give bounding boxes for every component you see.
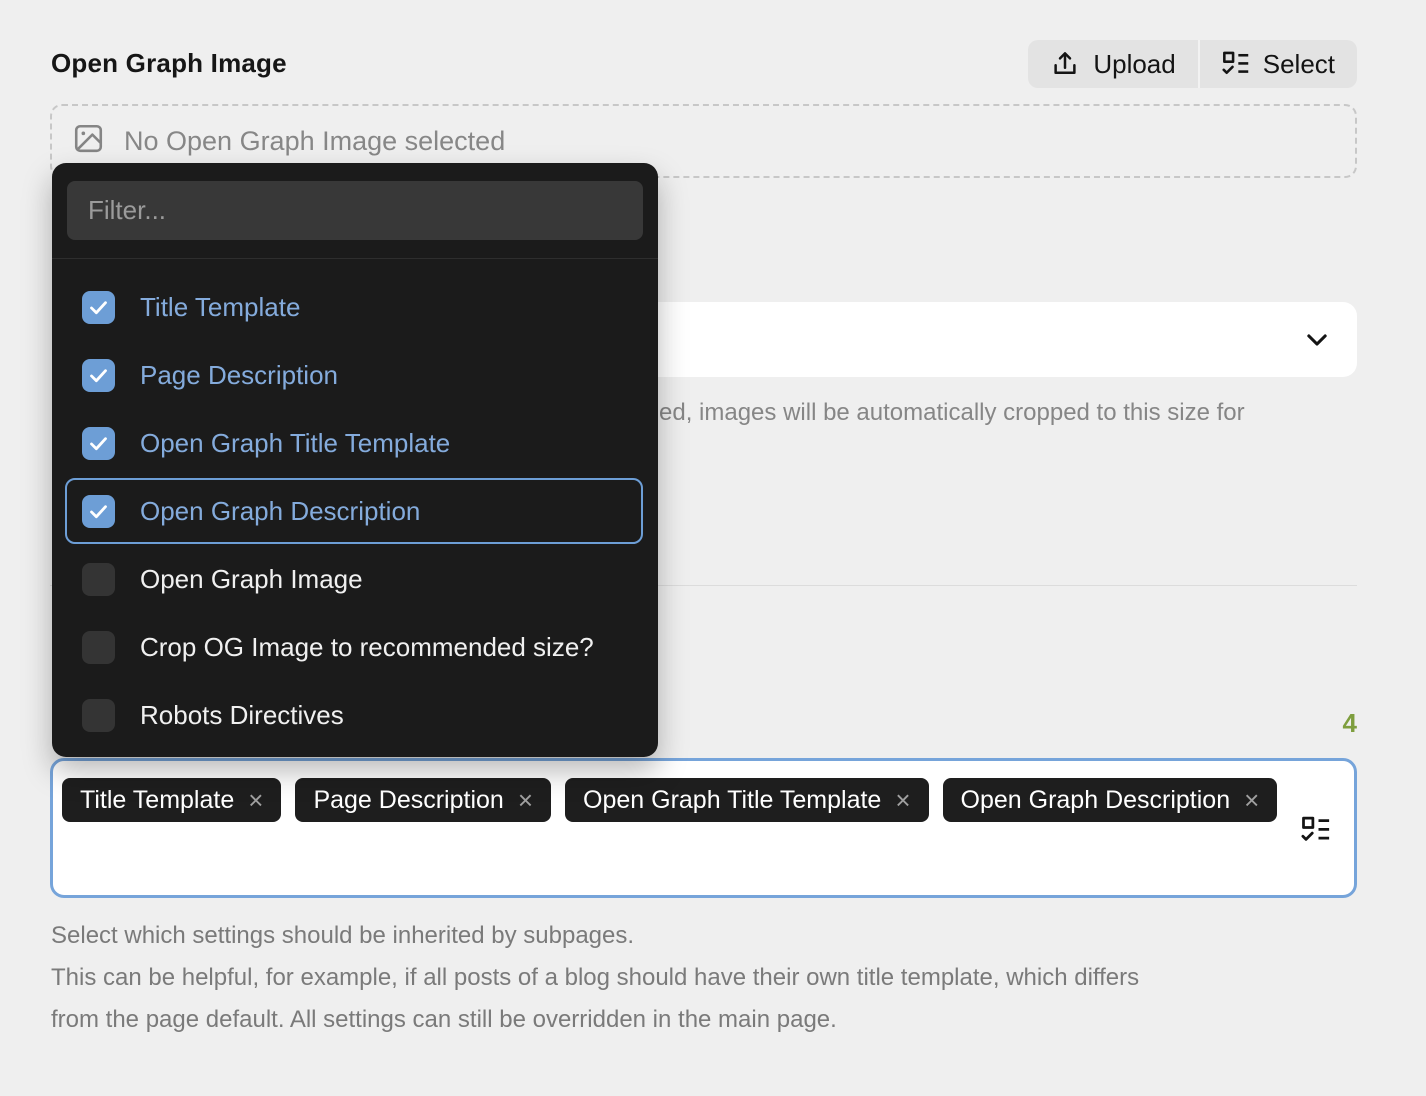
tag-label: Open Graph Title Template [583,786,881,815]
select-button-label: Select [1263,49,1335,80]
inherited-setting-tag: Title Template × [62,778,281,822]
dropdown-option-label: Page Description [140,360,338,391]
inherit-settings-field[interactable]: Title Template × Page Description × Open… [50,758,1357,898]
dropdown-option[interactable]: Open Graph Description [52,477,658,545]
checkbox[interactable] [82,359,115,392]
dropdown-option-label: Open Graph Title Template [140,428,450,459]
seo-settings-page: Open Graph Image Upload Select [0,0,1426,1096]
checkmark-icon [88,433,109,454]
checkmark-icon [88,365,109,386]
tag-label: Page Description [313,786,503,815]
upload-button-label: Upload [1093,49,1175,80]
crop-size-helper-text: ed, images will be automatically cropped… [659,399,1245,427]
inherit-settings-dropdown: Title Template Page Description Open Gra… [52,163,658,757]
inherited-setting-tag: Page Description × [295,778,551,822]
dropdown-option-label: Robots Directives [140,700,344,731]
dropdown-option[interactable]: Page Description [52,341,658,409]
upload-button[interactable]: Upload [1028,40,1197,88]
checkbox[interactable] [82,631,115,664]
help-line: This can be helpful, for example, if all… [51,957,1139,999]
dropdown-option-label: Title Template [140,292,300,323]
inherit-help-text: Select which settings should be inherite… [51,915,1139,1041]
help-line: Select which settings should be inherite… [51,915,1139,957]
remove-tag-icon[interactable]: × [248,787,263,813]
dropdown-option-label: Open Graph Image [140,564,363,595]
remove-tag-icon[interactable]: × [518,787,533,813]
remove-tag-icon[interactable]: × [1244,787,1259,813]
dropdown-filter-wrap [52,163,658,259]
inherited-setting-tag: Open Graph Description × [943,778,1278,822]
checkbox[interactable] [82,563,115,596]
og-image-empty-text: No Open Graph Image selected [124,126,505,157]
dropdown-option[interactable]: Title Template [52,273,658,341]
dropdown-option-label: Open Graph Description [140,496,420,527]
filter-input[interactable] [67,181,643,240]
checklist-icon [1222,50,1250,78]
upload-icon [1050,49,1080,79]
checkmark-icon [88,297,109,318]
dropdown-option[interactable]: Open Graph Title Template [52,409,658,477]
tag-label: Title Template [80,786,234,815]
chevron-down-icon [1303,326,1331,359]
checkbox[interactable] [82,699,115,732]
remove-tag-icon[interactable]: × [895,787,910,813]
open-picker-icon[interactable] [1301,815,1331,850]
checkbox[interactable] [82,291,115,324]
selected-count-badge: 4 [1343,708,1357,739]
tag-label: Open Graph Description [961,786,1231,815]
dropdown-option[interactable]: Robots Directives [52,681,658,749]
og-image-field-label: Open Graph Image [51,48,287,79]
inherited-setting-tag: Open Graph Title Template × [565,778,929,822]
image-icon [73,123,104,159]
checkbox[interactable] [82,495,115,528]
help-line: from the page default. All settings can … [51,999,1139,1041]
og-image-toolbar: Upload Select [1028,40,1357,88]
dropdown-option[interactable]: Crop OG Image to recommended size? [52,613,658,681]
select-button[interactable]: Select [1200,40,1357,88]
checkmark-icon [88,501,109,522]
dropdown-item-list: Title Template Page Description Open Gra… [52,259,658,749]
dropdown-option[interactable]: Open Graph Image [52,545,658,613]
dropdown-option-label: Crop OG Image to recommended size? [140,632,594,663]
checkbox[interactable] [82,427,115,460]
